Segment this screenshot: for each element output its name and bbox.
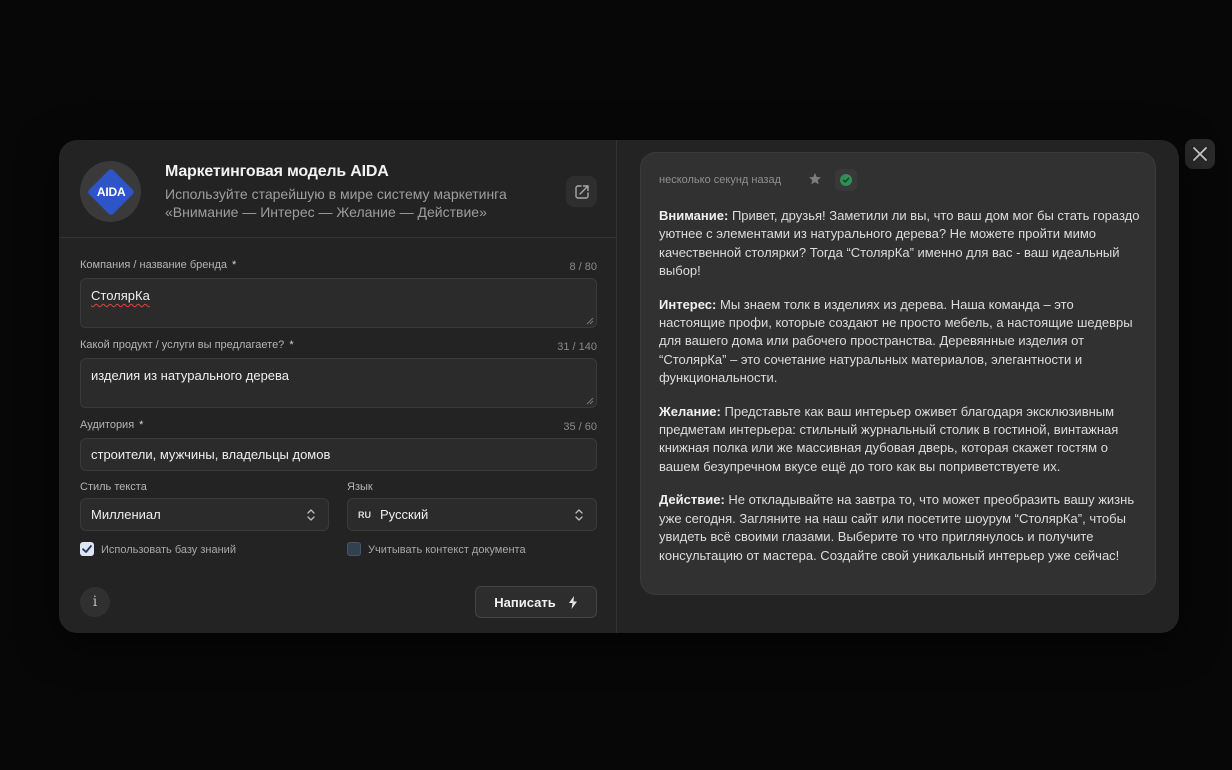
write-button[interactable]: Написать: [475, 586, 597, 618]
required-mark: *: [232, 259, 237, 271]
check-circle-icon: [840, 174, 852, 186]
aida-section-desire: Желание: Представьте как ваш интерьер ож…: [659, 403, 1143, 477]
aida-logo: AIDA: [80, 161, 141, 222]
knowledge-base-label[interactable]: Использовать базу знаний: [101, 544, 236, 556]
result-card: несколько секунд назад Внимание: Привет,…: [640, 152, 1156, 595]
info-button[interactable]: i: [80, 587, 110, 617]
write-button-label: Написать: [494, 594, 556, 610]
section-text: Мы знаем толк в изделиях из дерева. Наша…: [659, 296, 1133, 386]
product-label: Какой продукт / услуги вы предлагаете? *: [80, 339, 294, 351]
section-heading: Интерес:: [659, 296, 717, 312]
language-value: Русский: [380, 507, 429, 522]
company-field[interactable]: СтолярКа: [80, 278, 597, 328]
audience-value: строители, мужчины, владельцы домов: [91, 447, 331, 462]
section-heading: Действие:: [659, 492, 725, 508]
lightning-icon: [568, 595, 577, 609]
product-value: изделия из натурального дерева: [91, 368, 290, 383]
modal-header: AIDA Маркетинговая модель AIDA Используй…: [59, 140, 616, 238]
logo-diamond: AIDA: [86, 167, 135, 216]
required-mark: *: [139, 419, 144, 431]
info-icon: i: [92, 594, 98, 610]
section-text: Не откладывайте на завтра то, что может …: [659, 492, 1135, 563]
chevron-updown-icon: [575, 509, 583, 521]
share-button[interactable]: [566, 176, 597, 207]
company-value: СтолярКа: [91, 288, 150, 303]
section-text: Привет, друзья! Заметили ли вы, что ваш …: [659, 208, 1140, 279]
company-label: Компания / название бренда *: [80, 259, 236, 271]
company-counter: 8 / 80: [569, 261, 597, 273]
language-label: Язык: [347, 481, 373, 493]
result-timestamp: несколько секунд назад: [659, 174, 782, 186]
knowledge-base-checkbox[interactable]: [80, 542, 94, 556]
required-mark: *: [289, 339, 294, 351]
style-value: Миллениал: [91, 507, 161, 522]
aida-modal: AIDA Маркетинговая модель AIDA Используй…: [59, 140, 1179, 633]
success-badge: [835, 169, 857, 191]
doc-context-label[interactable]: Учитывать контекст документа: [368, 544, 526, 556]
resize-grip-icon[interactable]: [586, 397, 594, 405]
product-label-text: Какой продукт / услуги вы предлагаете?: [80, 339, 285, 351]
style-select[interactable]: Миллениал: [80, 498, 329, 531]
star-icon[interactable]: [808, 172, 822, 186]
page-title: Маркетинговая модель AIDA: [165, 163, 389, 180]
audience-label-text: Аудитория: [80, 419, 135, 431]
check-icon: [82, 545, 92, 553]
aida-section-action: Действие: Не откладывайте на завтра то, …: [659, 491, 1143, 565]
chevron-updown-icon: [307, 509, 315, 521]
doc-context-checkbox[interactable]: [347, 542, 361, 556]
style-label: Стиль текста: [80, 481, 147, 493]
section-heading: Внимание:: [659, 208, 729, 223]
section-heading: Желание:: [659, 403, 721, 419]
section-text: Представьте как ваш интерьер оживет благ…: [659, 403, 1119, 474]
page-description: Используйте старейшую в мире систему мар…: [165, 186, 507, 220]
result-text: Внимание: Привет, друзья! Заметили ли вы…: [659, 207, 1143, 580]
logo-text: AIDA: [96, 184, 125, 199]
audience-field[interactable]: строители, мужчины, владельцы домов: [80, 438, 597, 471]
audience-label: Аудитория *: [80, 419, 143, 431]
share-icon: [574, 184, 589, 199]
product-counter: 31 / 140: [557, 341, 597, 353]
close-icon: [1193, 147, 1207, 161]
aida-section-interest: Интерес: Мы знаем толк в изделиях из дер…: [659, 296, 1143, 388]
form-panel: AIDA Маркетинговая модель AIDA Используй…: [59, 140, 617, 633]
product-field[interactable]: изделия из натурального дерева: [80, 358, 597, 408]
language-select[interactable]: RU Русский: [347, 498, 597, 531]
resize-grip-icon[interactable]: [586, 317, 594, 325]
audience-counter: 35 / 60: [563, 421, 597, 433]
aida-section-attention: Внимание: Привет, друзья! Заметили ли вы…: [659, 207, 1143, 281]
language-code: RU: [358, 509, 371, 520]
result-panel: несколько секунд назад Внимание: Привет,…: [617, 140, 1179, 633]
close-button[interactable]: [1185, 139, 1215, 169]
company-label-text: Компания / название бренда: [80, 259, 227, 271]
